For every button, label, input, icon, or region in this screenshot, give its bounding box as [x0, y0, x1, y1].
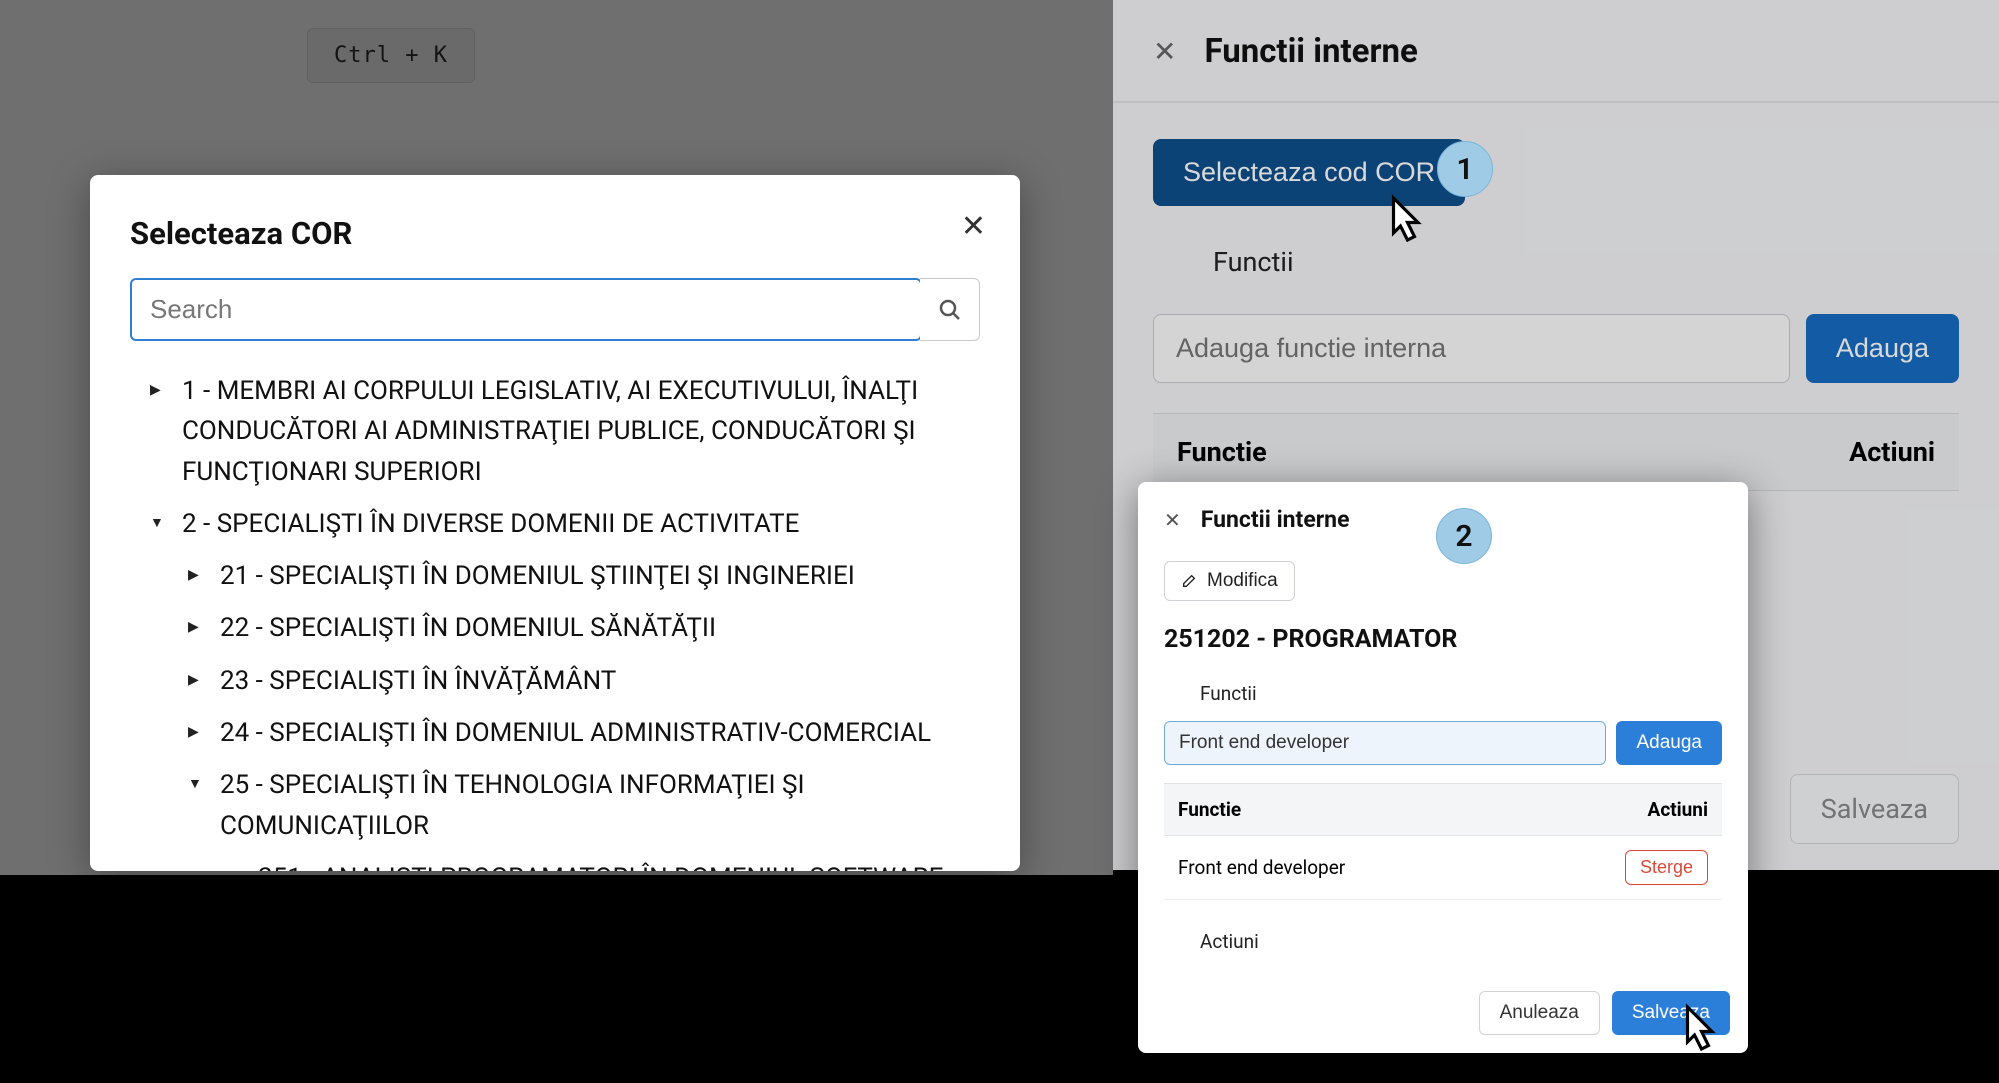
modal-title: Selecteaza COR — [130, 215, 980, 252]
edit-icon — [1181, 573, 1197, 589]
annotation-badge-1: 1 — [1437, 141, 1493, 197]
search-button[interactable] — [920, 278, 980, 341]
tree-node-1[interactable]: 1 - MEMBRI AI CORPULUI LEGISLATIV, AI EX… — [130, 365, 980, 498]
add-function-button[interactable]: Adauga — [1616, 721, 1722, 765]
tree-node-label: 21 - SPECIALIŞTI ÎN DOMENIUL ŞTIINŢEI ŞI… — [220, 556, 980, 596]
table-row: Front end developer Sterge — [1164, 836, 1722, 900]
cor-code-heading: 251202 - PROGRAMATOR — [1164, 625, 1722, 654]
tree-node-label: 25 - SPECIALIŞTI ÎN TEHNOLOGIA INFORMAŢI… — [220, 765, 980, 846]
chevron-right-icon[interactable] — [188, 722, 210, 744]
search-icon — [938, 298, 962, 322]
tree-node-label: 1 - MEMBRI AI CORPULUI LEGISLATIV, AI EX… — [182, 371, 980, 492]
tree-node-22[interactable]: 22 - SPECIALIŞTI ÎN DOMENIUL SĂNĂTĂŢII — [130, 602, 980, 654]
tree-node-21[interactable]: 21 - SPECIALIŞTI ÎN DOMENIUL ŞTIINŢEI ŞI… — [130, 550, 980, 602]
chevron-down-icon[interactable] — [188, 774, 210, 796]
search-input[interactable] — [130, 278, 922, 341]
keyboard-shortcut-hint: Ctrl + K — [307, 28, 475, 83]
tree-node-label: 251 - ANALIŞTI PROGRAMATORI ÎN DOMENIUL … — [258, 858, 980, 871]
col-header-functie: Functie — [1177, 436, 1267, 468]
functii-subheading: Functii — [1200, 682, 1722, 705]
functions-table-header: Functie Actiuni — [1153, 413, 1959, 491]
close-icon[interactable]: ✕ — [1164, 508, 1181, 532]
tree-node-label: 2 - SPECIALIŞTI ÎN DIVERSE DOMENII DE AC… — [182, 504, 980, 544]
function-name-cell: Front end developer — [1178, 856, 1345, 879]
tree-node-label: 22 - SPECIALIŞTI ÎN DOMENIUL SĂNĂTĂŢII — [220, 608, 980, 648]
tree-node-24[interactable]: 24 - SPECIALIŞTI ÎN DOMENIUL ADMINISTRAT… — [130, 707, 980, 759]
add-function-button[interactable]: Adauga — [1806, 314, 1959, 383]
col-header-functie: Functie — [1178, 798, 1241, 821]
select-cor-button[interactable]: Selecteaza cod COR — [1153, 139, 1465, 206]
functii-interne-modal: ✕ Functii interne Modifica 251202 - PROG… — [1138, 482, 1748, 1053]
chevron-down-icon[interactable] — [226, 867, 248, 871]
chevron-right-icon[interactable] — [188, 670, 210, 692]
modifica-label: Modifica — [1207, 570, 1278, 592]
tree-node-251[interactable]: 251 - ANALIŞTI PROGRAMATORI ÎN DOMENIUL … — [130, 852, 980, 871]
col-header-actiuni: Actiuni — [1648, 798, 1708, 821]
tree-node-label: 24 - SPECIALIŞTI ÎN DOMENIUL ADMINISTRAT… — [220, 713, 980, 753]
chevron-down-icon[interactable] — [150, 513, 172, 535]
function-name-input[interactable] — [1164, 721, 1606, 765]
tree-node-2[interactable]: 2 - SPECIALIŞTI ÎN DIVERSE DOMENII DE AC… — [130, 498, 980, 550]
delete-button[interactable]: Sterge — [1625, 850, 1708, 885]
tree-node-23[interactable]: 23 - SPECIALIŞTI ÎN ÎNVĂŢĂMÂNT — [130, 655, 980, 707]
cancel-button[interactable]: Anuleaza — [1479, 991, 1600, 1035]
chevron-right-icon[interactable] — [150, 380, 172, 402]
tree-node-label: 23 - SPECIALIŞTI ÎN ÎNVĂŢĂMÂNT — [220, 661, 980, 701]
select-cor-modal: Selecteaza COR ✕ 1 - MEMBRI AI CORPULUI … — [90, 175, 1020, 871]
chevron-right-icon[interactable] — [188, 617, 210, 639]
add-function-input[interactable] — [1153, 314, 1790, 383]
annotation-badge-2: 2 — [1436, 508, 1492, 564]
chevron-right-icon[interactable] — [188, 565, 210, 587]
close-icon[interactable]: ✕ — [1153, 35, 1176, 68]
modifica-button[interactable]: Modifica — [1164, 561, 1295, 601]
actions-subheading: Actiuni — [1200, 930, 1722, 953]
tree-node-25[interactable]: 25 - SPECIALIŞTI ÎN TEHNOLOGIA INFORMAŢI… — [130, 759, 980, 852]
functions-table-header: Functie Actiuni — [1164, 783, 1722, 836]
save-button[interactable]: Salveaza — [1612, 991, 1730, 1035]
col-header-actiuni: Actiuni — [1849, 436, 1935, 468]
panel-title: Functii interne — [1204, 32, 1417, 71]
close-icon[interactable]: ✕ — [961, 209, 986, 244]
modal-title: Functii interne — [1201, 506, 1350, 533]
save-button-disabled[interactable]: Salveaza — [1790, 774, 1959, 844]
functii-subheading: Functii — [1213, 246, 1959, 278]
